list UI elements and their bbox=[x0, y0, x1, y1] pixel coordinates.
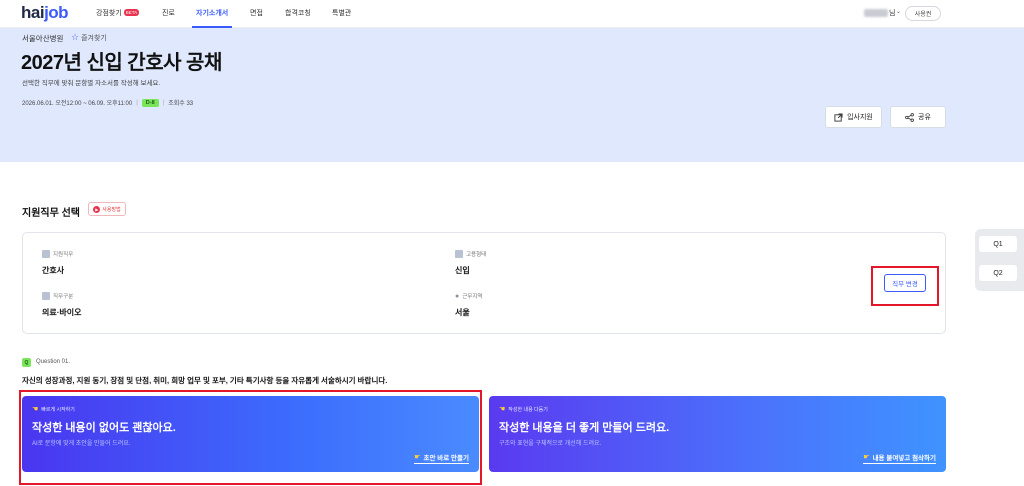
nav-item-interview[interactable]: 면접 bbox=[250, 8, 263, 18]
location-pin-icon: ● bbox=[455, 292, 460, 300]
posting-period: 2026.06.01. 오전12:00 ~ 06.09. 오후11:00 bbox=[22, 101, 133, 107]
hand-pointing-icon: ☛ bbox=[414, 454, 421, 461]
change-job-button[interactable]: 직무 변경 bbox=[884, 274, 926, 292]
company-name: 서울아산병원 bbox=[22, 34, 64, 43]
location-label: ● 근무지역 bbox=[455, 292, 483, 301]
nav-item-cover-letter[interactable]: 자기소개서 bbox=[196, 8, 228, 18]
posting-subtitle: 선택한 직무에 맞춰 문항별 자소서를 작성해 보세요. bbox=[22, 80, 161, 87]
role-icon bbox=[42, 250, 50, 258]
hand-pointing-icon: ☚ bbox=[499, 406, 506, 413]
how-to-use-button[interactable]: ▶ 사용방법 bbox=[88, 202, 126, 216]
coupon-button[interactable]: 사용권 bbox=[905, 6, 941, 21]
question-badge: Q bbox=[22, 358, 31, 367]
location-value: 서울 bbox=[455, 308, 470, 317]
side-nav-q1[interactable]: Q1 bbox=[979, 236, 1017, 252]
question-text: 자신의 성장과정, 지원 동기, 장점 및 단점, 취미, 희망 업무 및 포부… bbox=[22, 376, 388, 385]
category-value: 의료·바이오 bbox=[42, 308, 82, 317]
card-tag: ☚ 작성한 내용 다듬기 bbox=[499, 406, 548, 413]
hand-pointing-icon: ☛ bbox=[863, 454, 870, 461]
share-icon bbox=[905, 112, 914, 122]
category-label: 직무구분 bbox=[42, 292, 73, 300]
card-title: 작성한 내용이 없어도 괜찮아요. bbox=[32, 422, 176, 434]
side-nav-q2[interactable]: Q2 bbox=[979, 265, 1017, 281]
employment-value: 신입 bbox=[455, 266, 470, 275]
employment-icon bbox=[455, 250, 463, 258]
job-info-card bbox=[22, 232, 946, 334]
nav-item-strengths[interactable]: 강점찾기 BETA bbox=[96, 8, 140, 18]
chevron-down-icon[interactable]: ⌄ bbox=[896, 8, 901, 15]
card-tag: ☚ 빠르게 시작하기 bbox=[32, 406, 75, 413]
card-title: 작성한 내용을 더 좋게 만들어 드려요. bbox=[499, 422, 670, 434]
user-suffix[interactable]: 님 bbox=[889, 8, 895, 18]
apply-button[interactable]: 입사지원 bbox=[825, 106, 882, 128]
hand-pointing-icon: ☚ bbox=[32, 406, 39, 413]
question-number: Question 01. bbox=[36, 359, 71, 365]
section-title-job-select: 지원직무 선택 bbox=[22, 208, 80, 219]
employment-label: 고용형태 bbox=[455, 250, 486, 258]
nav-item-coaching[interactable]: 합격코칭 bbox=[285, 8, 311, 18]
nav-item-special[interactable]: 특별관 bbox=[332, 8, 351, 18]
logo[interactable]: haijob bbox=[21, 3, 69, 23]
refine-card[interactable]: ☚ 작성한 내용 다듬기 작성한 내용을 더 좋게 만들어 드려요. 구조와 표현… bbox=[489, 396, 946, 472]
card-desc: AI로 문항에 맞게 초안을 만들어 드려요. bbox=[32, 441, 131, 447]
card-desc: 구조와 표현을 구체적으로 개선해 드려요. bbox=[499, 441, 602, 447]
user-name-redacted[interactable] bbox=[864, 9, 888, 17]
favorite-button[interactable]: ☆ 즐겨찾기 bbox=[71, 32, 107, 43]
create-draft-button[interactable]: ☛ 초안 바로 만들기 bbox=[414, 452, 469, 464]
star-icon: ☆ bbox=[71, 32, 80, 42]
role-value: 간호사 bbox=[42, 266, 65, 275]
role-label: 지원직무 bbox=[42, 250, 73, 258]
view-count: 조회수 33 bbox=[168, 101, 194, 107]
page-title: 2027년 신입 간호사 공채 bbox=[21, 52, 222, 74]
top-nav: haijob 강점찾기 BETA 진로 자기소개서 면접 합격코칭 특별관 님 ⌄… bbox=[0, 0, 1024, 28]
external-link-icon bbox=[834, 112, 843, 122]
play-icon: ▶ bbox=[93, 205, 101, 213]
quick-start-card[interactable]: ☚ 빠르게 시작하기 작성한 내용이 없어도 괜찮아요. AI로 문항에 맞게 초… bbox=[22, 396, 479, 472]
posting-meta: 2026.06.01. 오전12:00 ~ 06.09. 오후11:00 | D… bbox=[22, 98, 194, 107]
paste-and-edit-button[interactable]: ☛ 내용 붙여넣고 첨삭하기 bbox=[863, 452, 936, 464]
beta-badge: BETA bbox=[123, 9, 140, 16]
category-icon bbox=[42, 292, 50, 300]
nav-item-career[interactable]: 진로 bbox=[162, 8, 175, 18]
share-button[interactable]: 공유 bbox=[890, 106, 946, 128]
dday-badge: D-8 bbox=[141, 98, 159, 107]
